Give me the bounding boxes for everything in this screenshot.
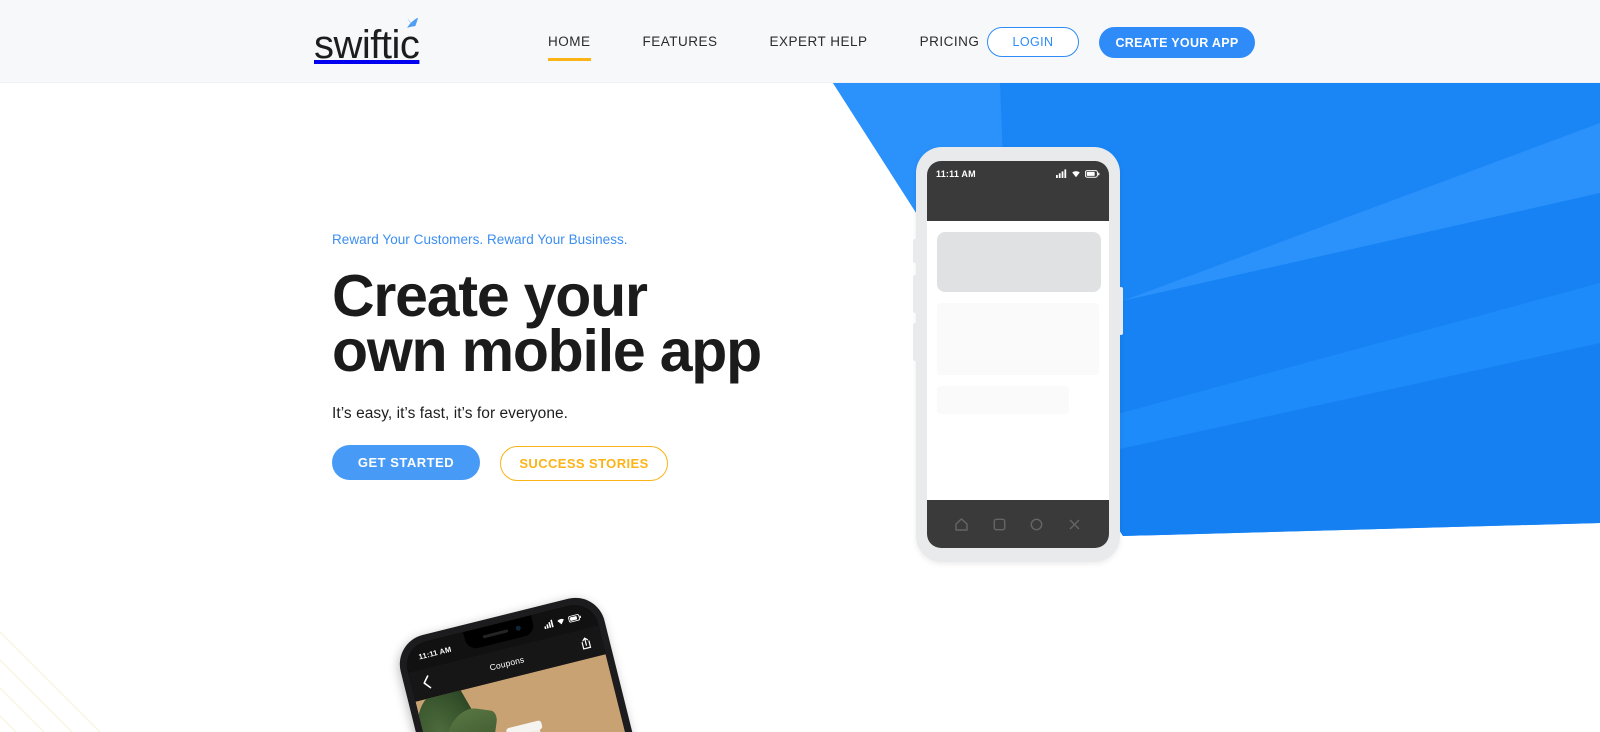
hero-subtitle: It’s easy, it’s fast, it’s for everyone. <box>332 405 569 422</box>
login-button[interactable]: LOGIN <box>987 27 1079 57</box>
get-started-button[interactable]: GET STARTED <box>332 444 480 480</box>
signal-bars-icon <box>544 619 554 630</box>
status-bar-time: 11:11 AM <box>417 644 453 661</box>
phone-screen-dark: 11:11 AM Coupons <box>401 599 662 732</box>
wifi-icon <box>557 618 564 625</box>
wifi-icon <box>1072 171 1080 178</box>
header-inner: swiftic HOME FEATURES EXPERT HELP PRICIN… <box>0 0 1600 82</box>
hero-cta-group: GET STARTED SUCCESS STORIES <box>332 443 892 481</box>
battery-icon <box>568 613 581 622</box>
site-header: swiftic HOME FEATURES EXPERT HELP PRICIN… <box>0 0 1600 83</box>
coupons-phone-mockup-dark: 11:11 AM Coupons <box>393 570 757 732</box>
status-bar-icons <box>543 612 583 630</box>
phone-frame-dark: 11:11 AM Coupons <box>393 591 670 732</box>
signal-bars-icon <box>1056 169 1067 178</box>
app-bar-title: Coupons <box>488 654 526 673</box>
square-icon <box>993 518 1006 530</box>
phone-content-area <box>927 221 1109 491</box>
hero-text-block: Reward Your Customers. Reward Your Busin… <box>332 232 892 481</box>
hero-phone-mockup-light: 11:11 AM <box>913 147 1123 562</box>
earpiece-speaker <box>482 629 509 639</box>
hero-eyebrow: Reward Your Customers. Reward Your Busin… <box>332 232 628 247</box>
landing-page: swiftic HOME FEATURES EXPERT HELP PRICIN… <box>0 0 1600 732</box>
decorative-diagonal-lines <box>0 630 102 732</box>
success-stories-button[interactable]: SUCCESS STORIES <box>500 446 668 481</box>
phone-power-button <box>1119 287 1123 335</box>
nav-item-pricing[interactable]: PRICING <box>920 34 980 49</box>
phone-bottom-nav <box>927 500 1109 548</box>
x-icon <box>1069 519 1080 529</box>
phone-silent-switch <box>913 323 917 361</box>
circle-icon <box>1030 518 1043 530</box>
chevron-left-icon[interactable] <box>421 675 433 691</box>
create-your-app-button[interactable]: CREATE YOUR APP <box>1099 27 1255 58</box>
status-bar-time: 11:11 AM <box>936 169 976 179</box>
nav-item-expert-help[interactable]: EXPERT HELP <box>770 34 868 49</box>
phone-frame: 11:11 AM <box>913 147 1123 562</box>
front-camera <box>515 625 522 632</box>
phone-placeholder-block-1 <box>937 303 1099 375</box>
share-icon[interactable] <box>579 636 593 651</box>
brand-logo[interactable]: swiftic <box>314 16 424 66</box>
status-bar-icons <box>1056 169 1100 178</box>
home-icon <box>955 517 968 531</box>
phone-placeholder-block-2 <box>937 386 1069 414</box>
nav-item-home[interactable]: HOME <box>548 34 591 61</box>
page-title: Create your own mobile app <box>332 263 762 384</box>
nav-item-features[interactable]: FEATURES <box>643 34 718 49</box>
phone-content-card <box>937 232 1101 292</box>
phone-status-bar: 11:11 AM <box>927 161 1109 221</box>
phone-volume-down-button <box>913 275 917 313</box>
swiftic-swoosh-icon <box>407 17 418 28</box>
phone-volume-up-button <box>913 239 917 263</box>
phone-screen: 11:11 AM <box>927 161 1109 548</box>
battery-icon <box>1085 169 1100 178</box>
